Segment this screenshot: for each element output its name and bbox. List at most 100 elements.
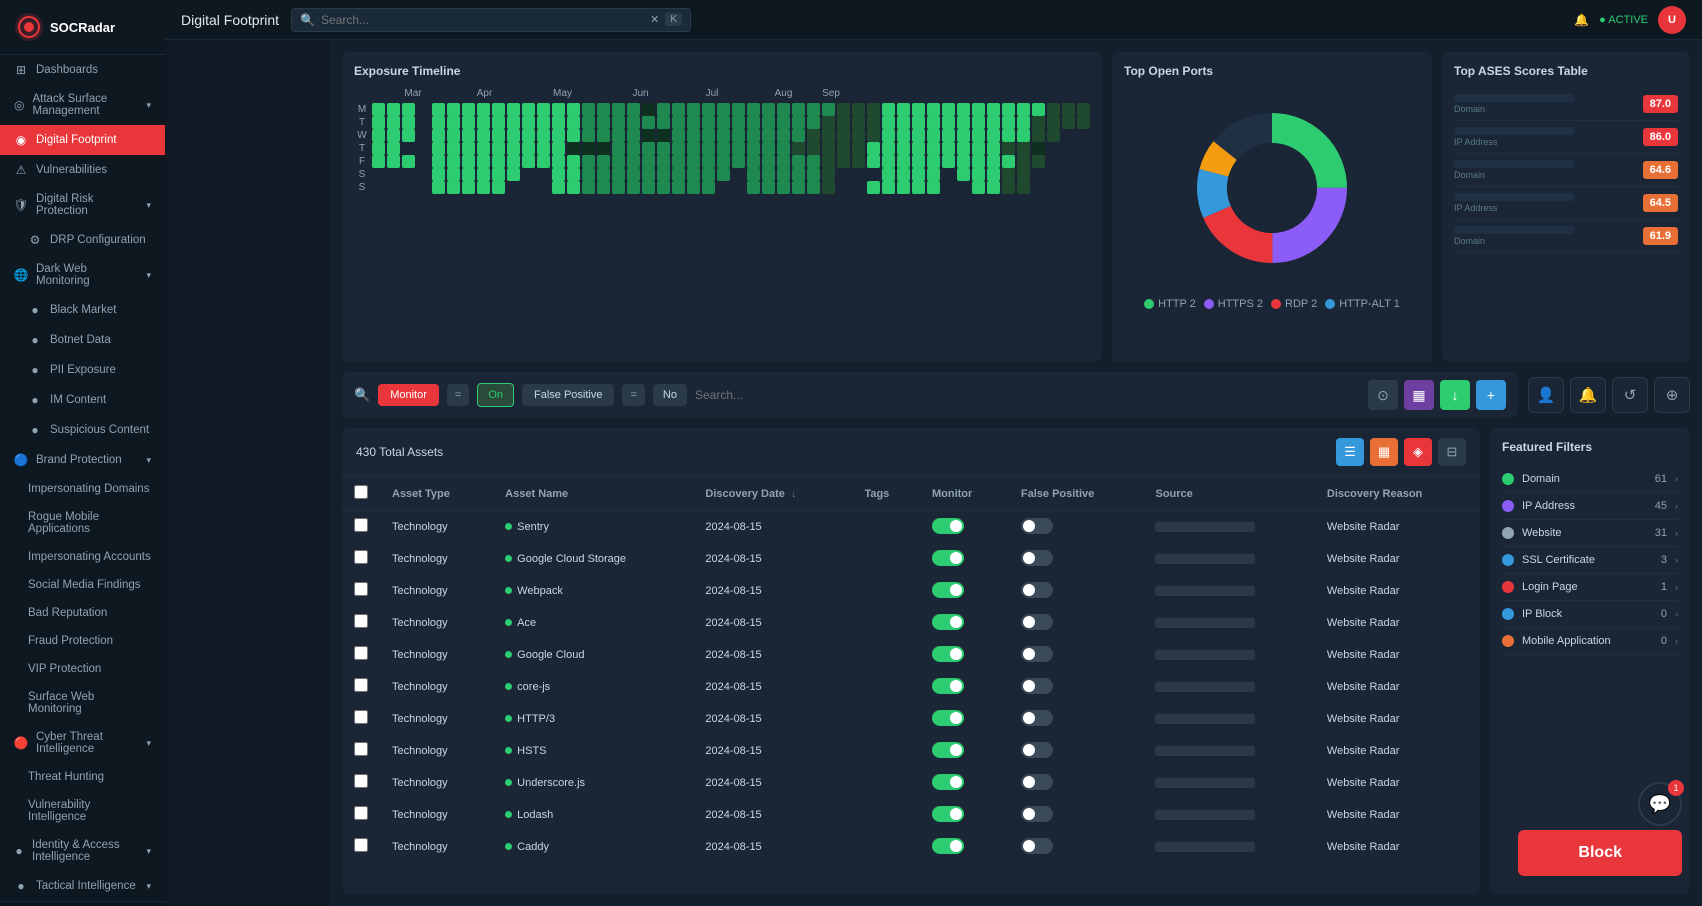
- sidebar-item-botnet[interactable]: ● Botnet Data: [0, 325, 165, 355]
- row-checkbox[interactable]: [354, 806, 368, 820]
- sidebar-collapse-button[interactable]: «: [0, 901, 165, 906]
- sidebar-item-black-market[interactable]: ● Black Market: [0, 295, 165, 325]
- featured-filter-item[interactable]: IP Block 0 ›: [1502, 601, 1678, 628]
- close-search-icon[interactable]: ✕: [650, 13, 659, 26]
- filter-search-input[interactable]: [695, 388, 1360, 402]
- sidebar-item-rogue-apps[interactable]: Rogue Mobile Applications: [0, 503, 165, 543]
- monitor-cell[interactable]: [920, 767, 1009, 799]
- false-positive-cell[interactable]: [1009, 639, 1144, 671]
- monitor-filter-button[interactable]: Monitor: [378, 384, 439, 406]
- monitor-cell[interactable]: [920, 671, 1009, 703]
- search-input[interactable]: [321, 13, 644, 27]
- monitor-cell[interactable]: [920, 735, 1009, 767]
- false-positive-toggle[interactable]: [1021, 774, 1053, 790]
- sidebar-item-asm[interactable]: ◎ Attack Surface Management ▾: [0, 85, 165, 125]
- sidebar-item-social-media[interactable]: Social Media Findings: [0, 571, 165, 599]
- monitor-toggle[interactable]: [932, 518, 964, 534]
- monitor-cell[interactable]: [920, 607, 1009, 639]
- filter-tab-alert[interactable]: 🔔: [1570, 377, 1606, 413]
- monitor-cell[interactable]: [920, 799, 1009, 831]
- filter-tab-refresh[interactable]: ↺: [1612, 377, 1648, 413]
- sidebar-item-pii[interactable]: ● PII Exposure: [0, 355, 165, 385]
- sidebar-item-darkweb[interactable]: 🌐 Dark Web Monitoring ▾: [0, 255, 165, 295]
- false-positive-toggle[interactable]: [1021, 806, 1053, 822]
- list-view-button[interactable]: ☰: [1336, 438, 1364, 466]
- row-checkbox[interactable]: [354, 518, 368, 532]
- false-positive-cell[interactable]: [1009, 607, 1144, 639]
- monitor-toggle[interactable]: [932, 678, 964, 694]
- monitor-toggle[interactable]: [932, 806, 964, 822]
- row-checkbox[interactable]: [354, 582, 368, 596]
- sidebar-item-drp-config[interactable]: ⚙ DRP Configuration: [0, 225, 165, 255]
- false-positive-toggle[interactable]: [1021, 678, 1053, 694]
- sidebar-item-digital-footprint[interactable]: ◉ Digital Footprint: [0, 125, 165, 155]
- sidebar-item-dashboards[interactable]: ⊞ Dashboards: [0, 55, 165, 85]
- compact-view-button[interactable]: ⊟: [1438, 438, 1466, 466]
- grid-view-button[interactable]: ▦: [1404, 380, 1434, 410]
- false-positive-toggle[interactable]: [1021, 550, 1053, 566]
- monitor-cell[interactable]: [920, 831, 1009, 863]
- filter-tab-add[interactable]: ⊕: [1654, 377, 1690, 413]
- false-positive-cell[interactable]: [1009, 543, 1144, 575]
- avatar[interactable]: U: [1658, 6, 1686, 34]
- monitor-cell[interactable]: [920, 511, 1009, 543]
- block-button[interactable]: Block: [1518, 830, 1682, 876]
- monitor-cell[interactable]: [920, 543, 1009, 575]
- eq1-button[interactable]: =: [447, 384, 469, 406]
- false-positive-cell[interactable]: [1009, 767, 1144, 799]
- featured-filter-item[interactable]: IP Address 45 ›: [1502, 493, 1678, 520]
- monitor-cell[interactable]: [920, 703, 1009, 735]
- false-positive-toggle[interactable]: [1021, 582, 1053, 598]
- select-all-checkbox[interactable]: [354, 485, 368, 499]
- monitor-toggle[interactable]: [932, 838, 964, 854]
- false-positive-toggle[interactable]: [1021, 838, 1053, 854]
- row-checkbox[interactable]: [354, 550, 368, 564]
- sidebar-item-vuln-intel[interactable]: Vulnerability Intelligence: [0, 791, 165, 831]
- monitor-toggle[interactable]: [932, 742, 964, 758]
- sidebar-item-bad-rep[interactable]: Bad Reputation: [0, 599, 165, 627]
- sidebar-item-brand[interactable]: 🔵 Brand Protection ▾: [0, 445, 165, 475]
- false-positive-cell[interactable]: [1009, 703, 1144, 735]
- featured-filter-item[interactable]: SSL Certificate 3 ›: [1502, 547, 1678, 574]
- grid-view-alt-button[interactable]: ▦: [1370, 438, 1398, 466]
- false-positive-cell[interactable]: [1009, 799, 1144, 831]
- row-checkbox[interactable]: [354, 742, 368, 756]
- filter-tab-user[interactable]: 👤: [1528, 377, 1564, 413]
- false-positive-toggle[interactable]: [1021, 646, 1053, 662]
- on-filter-button[interactable]: On: [477, 383, 514, 407]
- row-checkbox[interactable]: [354, 710, 368, 724]
- monitor-toggle[interactable]: [932, 774, 964, 790]
- monitor-toggle[interactable]: [932, 614, 964, 630]
- sidebar-item-impersonating-domains[interactable]: Impersonating Domains: [0, 475, 165, 503]
- add-filter-button[interactable]: +: [1476, 380, 1506, 410]
- sidebar-item-fraud[interactable]: Fraud Protection: [0, 627, 165, 655]
- featured-filter-item[interactable]: Mobile Application 0 ›: [1502, 628, 1678, 655]
- false-positive-cell[interactable]: [1009, 511, 1144, 543]
- sidebar-item-drp[interactable]: 🛡 Digital Risk Protection ▾: [0, 185, 165, 225]
- monitor-cell[interactable]: [920, 639, 1009, 671]
- false-positive-cell[interactable]: [1009, 735, 1144, 767]
- sidebar-item-im[interactable]: ● IM Content: [0, 385, 165, 415]
- featured-filter-item[interactable]: Website 31 ›: [1502, 520, 1678, 547]
- row-checkbox[interactable]: [354, 774, 368, 788]
- row-checkbox[interactable]: [354, 838, 368, 852]
- monitor-cell[interactable]: [920, 575, 1009, 607]
- search-bar[interactable]: 🔍 ✕ K: [291, 8, 691, 32]
- detail-view-button[interactable]: ◈: [1404, 438, 1432, 466]
- false-positive-cell[interactable]: [1009, 671, 1144, 703]
- download-button[interactable]: ↓: [1440, 380, 1470, 410]
- settings-filter-icon-button[interactable]: ⊙: [1368, 380, 1398, 410]
- notification-icon[interactable]: 🔔: [1574, 13, 1589, 27]
- sidebar-item-vulnerabilities[interactable]: ⚠ Vulnerabilities: [0, 155, 165, 185]
- row-checkbox[interactable]: [354, 614, 368, 628]
- row-checkbox[interactable]: [354, 678, 368, 692]
- false-positive-toggle[interactable]: [1021, 710, 1053, 726]
- sidebar-item-impersonating-accounts[interactable]: Impersonating Accounts: [0, 543, 165, 571]
- sidebar-item-surface-web[interactable]: Surface Web Monitoring: [0, 683, 165, 723]
- chat-widget[interactable]: 💬 1: [1638, 782, 1682, 826]
- false-positive-toggle[interactable]: [1021, 518, 1053, 534]
- monitor-toggle[interactable]: [932, 550, 964, 566]
- monitor-toggle[interactable]: [932, 646, 964, 662]
- false-positive-cell[interactable]: [1009, 575, 1144, 607]
- table-scroll-container[interactable]: Asset Type Asset Name Discovery Date ↓ T…: [342, 477, 1480, 863]
